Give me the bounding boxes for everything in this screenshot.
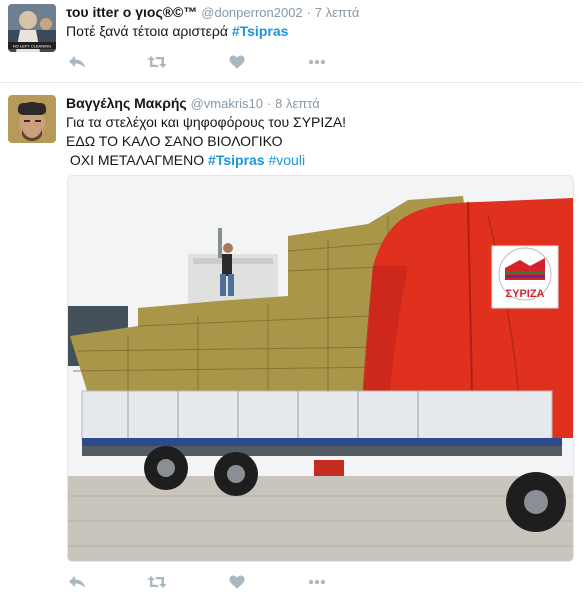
tweet: NO LEFT CLEANING του itter ο γιος®©™ @do…	[0, 0, 583, 83]
hashtag-link[interactable]: #Tsipras	[232, 23, 289, 39]
tweet-text: Ποτέ ξανά τέτοια αριστερά #Tsipras	[66, 22, 288, 41]
retweet-icon	[147, 576, 167, 588]
tweet-text-plain: Ποτέ ξανά τέτοια αριστερά	[66, 23, 232, 39]
separator: ·	[266, 96, 272, 111]
reply-button[interactable]	[66, 572, 88, 592]
reply-button[interactable]	[66, 52, 88, 72]
avatar[interactable]: NO LEFT CLEANING	[8, 4, 56, 52]
reply-icon	[69, 56, 85, 68]
timestamp[interactable]: 8 λεπτά	[275, 96, 320, 111]
separator: ·	[306, 5, 311, 20]
like-icon	[229, 575, 245, 589]
like-button[interactable]	[226, 572, 248, 592]
syriza-logo-text: ΣΥΡΙΖΑ	[506, 288, 545, 300]
avatar-image	[8, 95, 56, 143]
tweet-text: Για τα στελέχοι και ψηφοφόρους του ΣΥΡΙΖ…	[66, 113, 346, 170]
more-button[interactable]	[306, 52, 328, 72]
tweet-header: Βαγγέλης Μακρής @vmakris10 · 8 λεπτά	[66, 95, 320, 111]
handle[interactable]: @vmakris10	[191, 96, 263, 111]
more-icon	[308, 59, 326, 65]
retweet-button[interactable]	[146, 52, 168, 72]
tweet-text-plain: ΟΧΙ ΜΕΤΑΛΑΓΜΕΝΟ	[66, 152, 209, 168]
tweet-text-line: Για τα στελέχοι και ψηφοφόρους του ΣΥΡΙΖ…	[66, 114, 347, 130]
tweet-header: του itter ο γιος®©™ @donperron2002 · 7 λ…	[66, 4, 359, 20]
more-button[interactable]	[306, 572, 328, 592]
avatar[interactable]	[8, 95, 56, 143]
tweet: Βαγγέλης Μακρής @vmakris10 · 8 λεπτά Για…	[0, 83, 583, 594]
more-icon	[308, 579, 326, 585]
display-name[interactable]: του itter ο γιος®©™	[66, 4, 197, 20]
tweet-text-line: ΟΧΙ ΜΕΤΑΛΑΓΜΕΝΟ #Tsipras #vouli	[66, 151, 346, 170]
like-icon	[229, 55, 245, 69]
like-button[interactable]	[226, 52, 248, 72]
display-name[interactable]: Βαγγέλης Μακρής	[66, 95, 187, 111]
retweet-button[interactable]	[146, 572, 168, 592]
hashtag-link[interactable]: #Tsipras	[208, 152, 265, 168]
tweet-photo[interactable]: ΣΥΡΙΖΑ	[67, 175, 574, 562]
tweet-text-line: ΕΔΩ ΤΟ ΚΑΛΟ ΣΑΝΟ ΒΙΟΛΟΓΙΚΟ	[66, 133, 283, 149]
timestamp[interactable]: 7 λεπτά	[315, 5, 360, 20]
handle[interactable]: @donperron2002	[201, 5, 302, 20]
avatar-image: NO LEFT CLEANING	[8, 4, 56, 52]
hay-truck-photo: ΣΥΡΙΖΑ	[68, 176, 573, 561]
avatar-caption: NO LEFT CLEANING	[13, 44, 51, 49]
retweet-icon	[147, 56, 167, 68]
reply-icon	[69, 576, 85, 588]
hashtag-link[interactable]: #vouli	[268, 152, 305, 168]
